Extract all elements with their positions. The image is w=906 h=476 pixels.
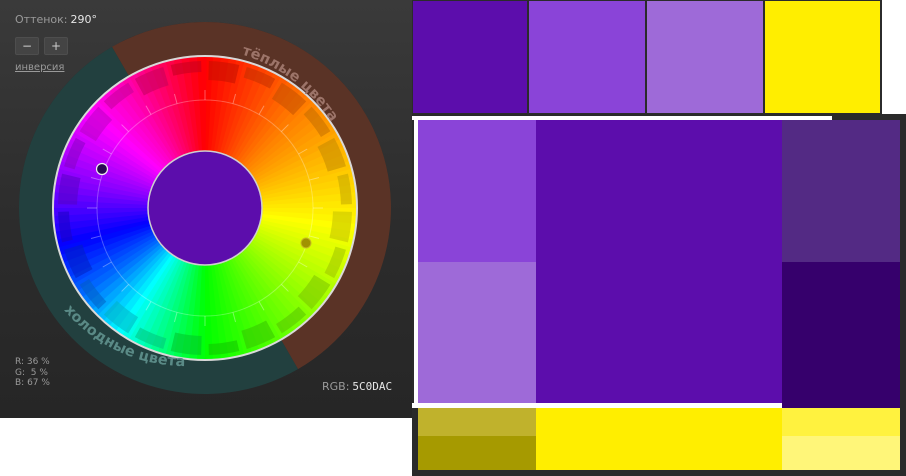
palette-preview [412, 114, 906, 476]
swatch-strip [412, 0, 882, 114]
hue-label-text: Оттенок: [15, 13, 68, 26]
hue-value: 290° [70, 13, 98, 26]
rgb-label: RGB: [322, 380, 350, 393]
hue-shade-block [170, 332, 202, 355]
rgb-readout: RGB: 5C0DAC [322, 380, 392, 393]
preview-dark-top [782, 120, 900, 262]
swatch-base[interactable] [413, 1, 527, 113]
invert-link[interactable]: инверсия [15, 62, 64, 73]
preview-frame-divider [412, 403, 782, 408]
preview-yellow-main [536, 408, 782, 470]
hue-shade-block [208, 61, 240, 84]
hue-increase-button[interactable]: + [44, 37, 68, 55]
rgb-percent-breakdown: R: 36 % G: 5 % B: 67 % [15, 357, 50, 388]
swatch-light[interactable] [529, 1, 645, 113]
complement-marker[interactable] [300, 237, 312, 249]
preview-olive-bottom [418, 436, 536, 470]
swatch-complement[interactable] [765, 1, 880, 113]
preview-dark-bottom [782, 262, 900, 408]
swatch-pale[interactable] [647, 1, 763, 113]
center-color-preview [147, 150, 263, 266]
color-wheel-panel: тёплые цвета холодные цвета Оттенок: 290°… [0, 0, 412, 418]
rgb-hex-value[interactable]: 5C0DAC [352, 380, 392, 393]
preview-olive-top [418, 408, 536, 436]
preview-main [536, 120, 782, 408]
preview-light-bottom [418, 262, 536, 408]
preview-yellow-light-top [782, 408, 900, 436]
hue-marker[interactable] [95, 162, 109, 176]
hue-shade-block [329, 211, 352, 243]
hue-decrease-button[interactable]: − [15, 37, 39, 55]
hue-readout: Оттенок: 290° [15, 13, 97, 26]
hue-shade-block [58, 173, 81, 205]
preview-yellow-light-bottom [782, 436, 900, 470]
preview-frame-top [412, 116, 832, 120]
preview-light-top [418, 120, 536, 262]
preview-frame-left [414, 116, 418, 406]
